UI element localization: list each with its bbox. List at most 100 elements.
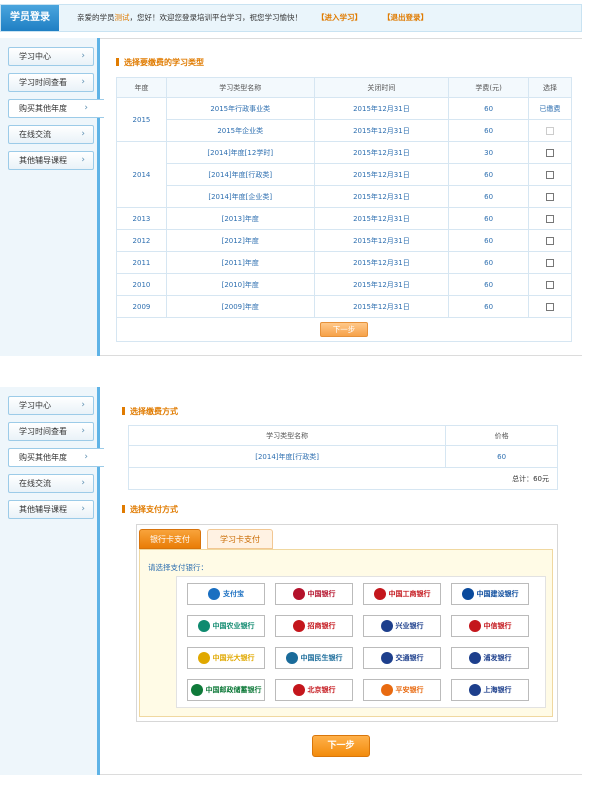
sidebar-item-label: 学习中心: [19, 401, 51, 410]
select-cell: [528, 185, 572, 208]
bank-option[interactable]: 中国光大银行: [187, 647, 265, 669]
paid-status: 已缴费: [528, 97, 572, 120]
sidebar-item-other-courses[interactable]: 其他辅导课程 ›: [8, 151, 94, 170]
bank-name: 支付宝: [223, 590, 244, 598]
bank-option[interactable]: 中国农业银行: [187, 615, 265, 637]
bank-option[interactable]: 交通银行: [363, 647, 441, 669]
bank-option[interactable]: 兴业银行: [363, 615, 441, 637]
logout-link[interactable]: 【退出登录】: [383, 5, 428, 31]
select-cell: [528, 163, 572, 186]
table-row: 2013 [2013]年度 2015年12月31日 60: [116, 207, 572, 230]
portal-logo: 学员登录: [1, 5, 59, 31]
chevron-right-icon: ›: [81, 400, 85, 410]
user-name: 测试: [114, 13, 130, 22]
select-checkbox[interactable]: [546, 192, 555, 201]
fee-cell: 30: [448, 141, 530, 164]
bank-logo-icon: [468, 620, 481, 632]
payment-method-panel: 银行卡支付 学习卡支付 请选择支付银行： 支付宝 中国银行 中国工商银行 中国建设银行…: [136, 524, 558, 722]
next-step-button[interactable]: 下一步: [312, 735, 370, 757]
sidebar-item-study-time[interactable]: 学习时间查看 ›: [8, 422, 94, 441]
fee-cell: 60: [448, 229, 530, 252]
bank-logo-icon: [197, 652, 210, 664]
select-cell: [528, 229, 572, 252]
table-row: 2014 [2014]年度[12学时] 2015年12月31日 30: [116, 141, 572, 208]
bank-option[interactable]: 浦发银行: [451, 647, 529, 669]
select-cell: [528, 295, 572, 318]
bank-logo-icon: [380, 620, 393, 632]
chevron-right-icon: ›: [81, 129, 85, 139]
bank-option[interactable]: 中信银行: [451, 615, 529, 637]
sidebar-item-buy-other-year[interactable]: 购买其他年度 ›: [8, 448, 104, 467]
type-name-cell: [2012]年度: [165, 229, 315, 252]
type-name-cell: [2010]年度: [165, 273, 315, 296]
sidebar-item-study-center[interactable]: 学习中心 ›: [8, 47, 94, 66]
chevron-right-icon: ›: [81, 77, 85, 87]
bank-option[interactable]: 中国邮政储蓄银行: [187, 679, 265, 701]
select-checkbox[interactable]: [546, 280, 555, 289]
bank-option[interactable]: 平安银行: [363, 679, 441, 701]
sidebar-item-study-center[interactable]: 学习中心 ›: [8, 396, 94, 415]
bank-option[interactable]: 中国建设银行: [451, 583, 529, 605]
year-cell: 2013: [116, 207, 167, 230]
bank-name: 中国民生银行: [300, 654, 343, 662]
column-header: 年度: [116, 77, 167, 98]
bank-name: 北京银行: [307, 686, 336, 694]
bank-option[interactable]: 中国民生银行: [275, 647, 353, 669]
table-row: [2014]年度[行政类] 2015年12月31日 60: [117, 163, 572, 186]
bank-option[interactable]: 招商银行: [275, 615, 353, 637]
select-checkbox[interactable]: [546, 170, 555, 179]
select-checkbox[interactable]: [546, 258, 555, 267]
year-cell: 2010: [116, 273, 167, 296]
sidebar-item-buy-other-year[interactable]: 购买其他年度 ›: [8, 99, 104, 118]
chevron-right-icon: ›: [84, 452, 88, 462]
sidebar-item-label: 学习时间查看: [19, 427, 67, 436]
select-checkbox[interactable]: [546, 302, 555, 311]
table-total-row: 总计：60元: [128, 467, 558, 490]
sidebar-item-label: 在线交流: [19, 479, 51, 488]
fee-cell: 60: [448, 295, 530, 318]
bank-logo-icon: [461, 588, 474, 600]
type-name-cell: [2014]年度[行政类]: [127, 445, 447, 468]
top-bar: 学员登录 亲爱的学员测试，您好！欢迎您登录培训平台学习，祝您学习愉快！ 【进入学…: [0, 4, 582, 32]
sidebar-item-online-chat[interactable]: 在线交流 ›: [8, 474, 94, 493]
next-step-button[interactable]: 下一步: [320, 322, 368, 337]
tab-study-card[interactable]: 学习卡支付: [207, 529, 273, 549]
chevron-right-icon: ›: [84, 103, 88, 113]
chevron-right-icon: ›: [81, 155, 85, 165]
bank-option[interactable]: 支付宝: [187, 583, 265, 605]
table-row: [2014]年度[行政类] 60: [127, 445, 558, 468]
select-checkbox[interactable]: [546, 148, 555, 157]
year-cell: 2009: [116, 295, 167, 318]
chevron-right-icon: ›: [81, 478, 85, 488]
tab-bank-card[interactable]: 银行卡支付: [139, 529, 201, 549]
select-checkbox[interactable]: [546, 236, 555, 245]
bank-name: 交通银行: [395, 654, 424, 662]
bank-option[interactable]: 北京银行: [275, 679, 353, 701]
bank-option[interactable]: 中国银行: [275, 583, 353, 605]
bank-logo-icon: [197, 620, 210, 632]
table-row: 2009 [2009]年度 2015年12月31日 60: [116, 295, 572, 318]
select-checkbox[interactable]: [546, 214, 555, 223]
close-time-cell: 2015年12月31日: [313, 141, 450, 164]
bank-option[interactable]: 中国工商银行: [363, 583, 441, 605]
section-title-learning-type: 选择要缴费的学习类型: [116, 57, 204, 68]
sidebar-item-study-time[interactable]: 学习时间查看 ›: [8, 73, 94, 92]
sidebar-item-online-chat[interactable]: 在线交流 ›: [8, 125, 94, 144]
table-row: 2015 2015年行政事业类 2015年12月31日 60 已缴费: [116, 97, 572, 142]
close-time-cell: 2015年12月31日: [313, 251, 450, 274]
bank-option[interactable]: 上海银行: [451, 679, 529, 701]
enter-study-link[interactable]: 【进入学习】: [317, 5, 362, 31]
fee-cell: 60: [448, 97, 530, 120]
fee-cell: 60: [448, 185, 530, 208]
bank-logo-icon: [468, 652, 481, 664]
sidebar-item-label: 其他辅导课程: [19, 505, 67, 514]
bank-logo-icon: [373, 588, 386, 600]
bank-prompt: 请选择支付银行：: [148, 563, 208, 572]
sidebar-item-other-courses[interactable]: 其他辅导课程 ›: [8, 500, 94, 519]
close-time-cell: 2015年12月31日: [313, 97, 450, 120]
type-name-cell: 2015年企业类: [165, 119, 315, 142]
fee-cell: 60: [448, 207, 530, 230]
bank-logo-icon: [380, 684, 393, 696]
divider: [100, 774, 582, 775]
sidebar-item-label: 购买其他年度: [19, 453, 67, 462]
